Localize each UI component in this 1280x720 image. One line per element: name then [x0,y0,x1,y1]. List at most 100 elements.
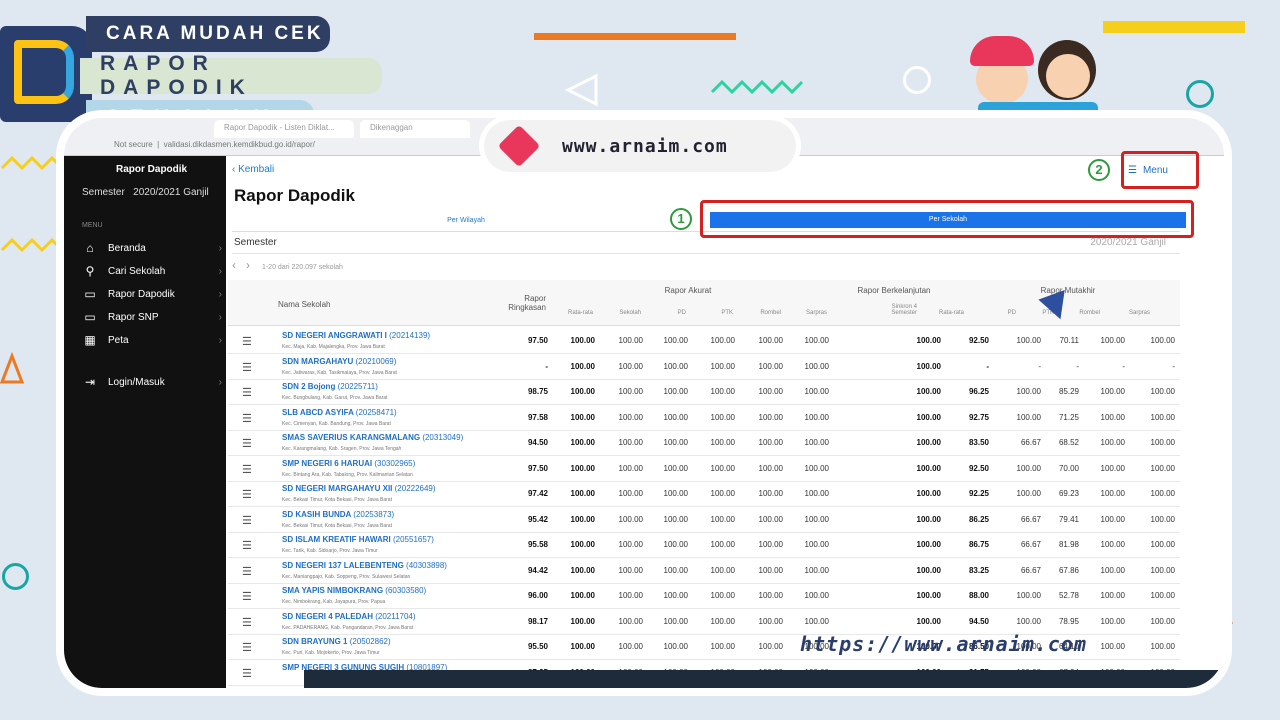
score-cell: 100.00 [570,489,595,498]
score-cell: 100.00 [1150,642,1175,651]
score-cell: 100.00 [804,489,829,498]
score-cell: 100.00 [618,642,643,651]
row-menu-icon[interactable]: ☰ [242,463,252,476]
score-cell: 100.00 [758,642,783,651]
tab-per-wilayah[interactable]: Per Wilayah [232,212,700,224]
table-row[interactable]: ☰ SDN 2 Bojong (20225711) Kec. Bungbulang,… [228,379,1180,405]
browser-tab[interactable]: Dikenaggan [360,120,470,138]
sidebar-item-rapor-snp[interactable]: ▭ Rapor SNP › [82,307,222,327]
table-row[interactable]: ☰ SMAS SAVERIUS KARANGMALANG (20313049) Ke… [228,430,1180,456]
row-menu-icon[interactable]: ☰ [242,616,252,629]
table-header: Nama Sekolah Rapor Ringkasan Rapor Akura… [228,280,1180,326]
table-row[interactable]: ☰ SD NEGERI MARGAHAYU XII (20222649) Kec. … [228,481,1180,507]
school-name-link[interactable]: SLB ABCD ASYIFA (20258471) [282,408,397,417]
school-name-link[interactable]: SD ISLAM KREATIF HAWARI (20551657) [282,535,434,544]
step-1-badge: 1 [670,208,692,230]
row-menu-icon[interactable]: ☰ [242,335,252,348]
browser-tab[interactable]: Rapor Dapodik - Listen Diklat... [214,120,354,138]
decor-triangle [564,73,598,107]
school-name-link[interactable]: SD NEGERI 4 PALEDAH (20211704) [282,612,416,621]
table-row[interactable]: ☰ SMP NEGERI 6 HARUAI (30302965) Kec. Bint… [228,456,1180,482]
score-cell: 52.78 [1058,591,1079,600]
kids-illustration [966,30,1116,120]
pager-text: 1-20 dari 220.097 sekolah [261,264,343,271]
school-name-link[interactable]: SDN MARGAHAYU (20210069) [282,357,396,366]
school-name-link[interactable]: SDN BRAYUNG 1 (20502862) [282,637,391,646]
score-cell: 100.00 [916,463,941,473]
row-menu-icon[interactable]: ☰ [242,361,252,374]
school-name-link[interactable]: SD KASIH BUNDA (20253873) [282,510,394,519]
row-menu-icon[interactable]: ☰ [242,641,252,654]
table-row[interactable]: ☰ SD ISLAM KREATIF HAWARI (20551657) Kec. … [228,532,1180,558]
sidebar-item-login[interactable]: ⇥ Login/Masuk › [82,372,222,392]
back-link[interactable]: ‹ Kembali [232,164,274,175]
sidebar-item-rapor-dapodik[interactable]: ▭ Rapor Dapodik › [82,284,222,304]
score-cell: - [1172,361,1175,371]
score-cell: 100.00 [710,565,735,575]
score-cell: 100.00 [618,591,643,600]
row-menu-icon[interactable]: ☰ [242,667,252,680]
page-title: Rapor Dapodik [234,186,355,205]
score-cell: 100.00 [916,616,941,626]
school-address: Kec. Karangmalang, Kab. Sragen, Prov. Ja… [282,446,402,452]
score-cell: 100.00 [710,412,735,422]
row-menu-icon[interactable]: ☰ [242,412,252,425]
school-name-link[interactable]: SD NEGERI MARGAHAYU XII (20222649) [282,484,436,493]
sidebar-item-peta[interactable]: ▦ Peta › [82,330,222,350]
row-menu-icon[interactable]: ☰ [242,514,252,527]
score-cell: 100.00 [570,387,595,396]
table-row[interactable]: ☰ SD NEGERI 137 LALEBENTENG (40303898) Kec… [228,558,1180,584]
table-row[interactable]: ☰ SDN MARGAHAYU (20210069) Kec. Jatiwaras,… [228,354,1180,380]
score-cell: 100.00 [1100,387,1125,396]
table-row[interactable]: ☰ SD NEGERI ANGGRAWATI I (20214139) Kec. M… [228,328,1180,354]
prev-page-icon[interactable]: ‹ [232,258,236,272]
score-cell: 100.00 [758,412,783,422]
score-cell: 100.00 [663,336,688,345]
score-cell: 68.52 [1058,438,1079,447]
score-cell: 96.00 [527,591,548,600]
score-cell: 100.00 [1150,565,1175,575]
score-cell: 100.00 [663,540,688,549]
row-menu-icon[interactable]: ☰ [242,565,252,578]
school-name-link[interactable]: SMP NEGERI 6 HARUAI (30302965) [282,459,415,468]
sidebar-item-cari-sekolah[interactable]: ⚲ Cari Sekolah › [82,261,222,281]
score-cell: 100.00 [804,616,829,626]
score-cell: 100.00 [804,591,829,600]
address-bar[interactable]: Not secure | validasi.dikdasmen.kemdikbu… [114,140,315,149]
sidebar-item-beranda[interactable]: ⌂ Beranda › [82,238,222,258]
school-name-link[interactable]: SMA YAPIS NIMBOKRANG (60303580) [282,586,426,595]
score-cell: 98.75 [527,387,548,396]
score-cell: 100.00 [804,540,829,549]
sidebar-semester[interactable]: Semester 2020/2021 Ganjil [82,187,209,198]
school-name-link[interactable]: SD NEGERI ANGGRAWATI I (20214139) [282,331,430,340]
row-menu-icon[interactable]: ☰ [242,386,252,399]
table-row[interactable]: ☰ SD NEGERI 4 PALEDAH (20211704) Kec. PADA… [228,609,1180,635]
row-menu-icon[interactable]: ☰ [242,539,252,552]
table-row[interactable]: ☰ SMA YAPIS NIMBOKRANG (60303580) Kec. Nim… [228,583,1180,609]
score-cell: 100.00 [618,387,643,396]
score-cell: 100.00 [570,642,595,651]
row-menu-icon[interactable]: ☰ [242,488,252,501]
school-name-link[interactable]: SMAS SAVERIUS KARANGMALANG (20313049) [282,433,463,442]
score-cell: 100.00 [1100,412,1125,422]
table-row[interactable]: ☰ SLB ABCD ASYIFA (20258471) Kec. Cimenyan… [228,405,1180,431]
score-cell: 100.00 [758,540,783,549]
back-label: Kembali [238,164,275,175]
score-cell: 71.25 [1058,412,1079,422]
menu-button[interactable]: ☰ Menu [1128,157,1192,183]
table-row[interactable]: ☰ SD KASIH BUNDA (20253873) Kec. Bekasi Ti… [228,507,1180,533]
score-cell: 100.00 [1100,642,1125,651]
score-cell: 100.00 [618,336,643,345]
row-menu-icon[interactable]: ☰ [242,590,252,603]
school-address: Kec. Maja, Kab. Majalengka, Prov. Jawa B… [282,344,385,350]
score-cell: 100.00 [1100,489,1125,498]
score-cell: 100.00 [1100,565,1125,575]
score-cell: 67.86 [1058,565,1079,575]
score-cell: 98.17 [527,616,548,626]
next-page-icon[interactable]: › [246,258,250,272]
school-name-link[interactable]: SD NEGERI 137 LALEBENTENG (40303898) [282,561,447,570]
row-menu-icon[interactable]: ☰ [242,437,252,450]
site-badge: www.arnaim.com [484,120,796,172]
menu-label: Menu [1142,164,1168,176]
school-name-link[interactable]: SDN 2 Bojong (20225711) [282,382,378,391]
